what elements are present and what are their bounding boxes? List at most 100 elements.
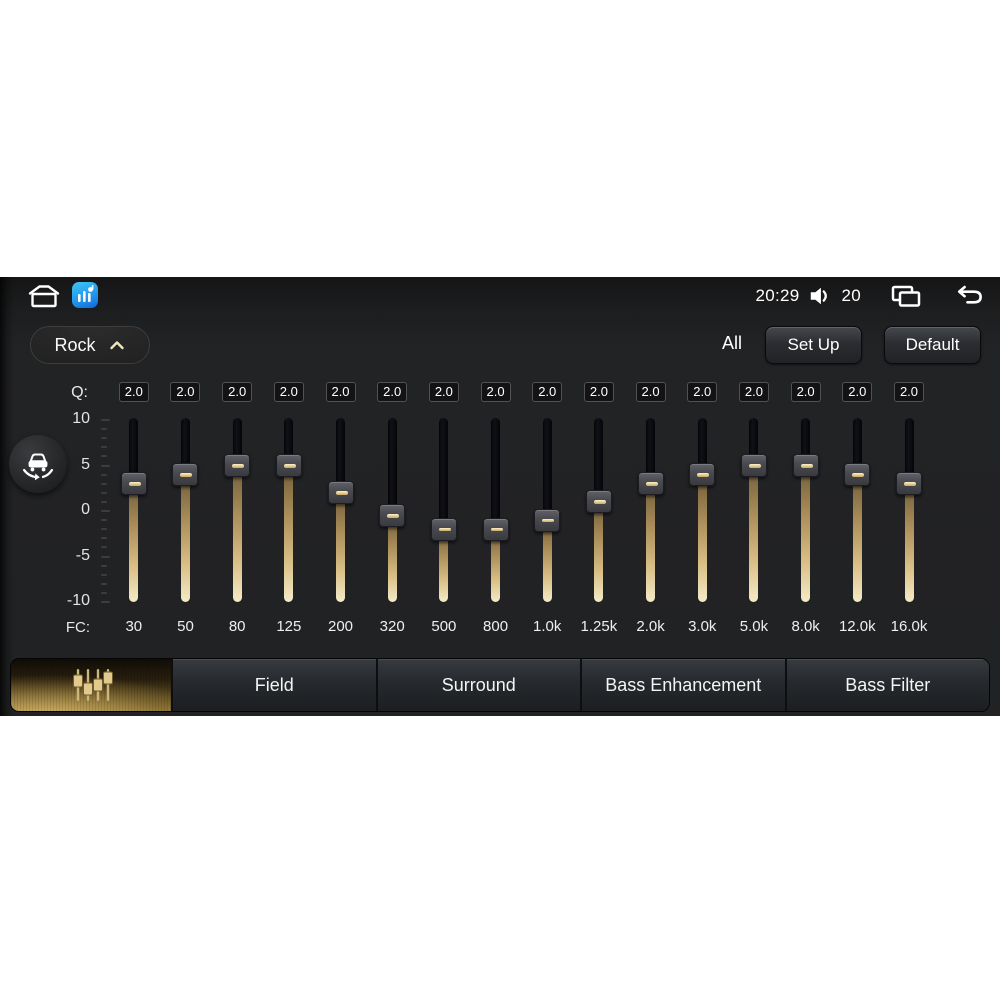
q-value-badge-800: 2.0	[480, 382, 511, 402]
eq-band-slider-12.0k[interactable]	[844, 418, 871, 603]
eq-band-slider-50[interactable]	[172, 418, 199, 603]
slider-track-lower	[594, 501, 604, 602]
fc-label-320: 320	[379, 618, 405, 635]
slider-track-lower	[542, 520, 552, 602]
fc-label-2.0k: 2.0k	[636, 618, 665, 635]
fc-label-12.0k: 12.0k	[838, 618, 876, 635]
slider-handle[interactable]	[430, 517, 457, 541]
fc-label-16.0k: 16.0k	[890, 618, 928, 635]
q-row-label: Q:	[71, 384, 88, 401]
eq-band-slider-800[interactable]	[482, 418, 509, 603]
q-value-badge-12.0k: 2.0	[842, 382, 873, 402]
slider-handle[interactable]	[120, 472, 147, 496]
q-value-badge-5.0k: 2.0	[738, 382, 769, 402]
recent-apps-icon[interactable]	[889, 283, 923, 310]
eq-band-slider-320[interactable]	[379, 418, 406, 603]
scale-label--5: -5	[75, 546, 90, 564]
eq-band-slider-3.0k[interactable]	[689, 418, 716, 603]
tab-bass_enhancement[interactable]: Bass Enhancement	[580, 659, 785, 711]
eq-band-slider-200[interactable]	[327, 418, 354, 603]
q-value-badge-30: 2.0	[118, 382, 149, 402]
q-value-badge-200: 2.0	[325, 382, 356, 402]
eq-band-slider-80[interactable]	[224, 418, 251, 603]
fc-label-500: 500	[431, 618, 457, 635]
fc-label-30: 30	[125, 618, 143, 635]
slider-handle[interactable]	[844, 463, 871, 487]
eq-band-slider-8.0k[interactable]	[792, 418, 819, 603]
slider-track-lower	[129, 483, 139, 602]
bottom-tab-bar: Field Surround Bass Enhancement Bass Filter	[10, 658, 990, 712]
eq-band-slider-16.0k[interactable]	[896, 418, 922, 603]
eq-band-slider-125[interactable]	[275, 418, 302, 603]
eq-band-slider-30[interactable]	[120, 418, 147, 603]
q-value-badge-16.0k: 2.0	[894, 382, 924, 402]
q-value-badge-8.0k: 2.0	[790, 382, 821, 402]
status-right-cluster: 20:29 20	[755, 282, 984, 310]
fc-label-8.0k: 8.0k	[791, 618, 820, 635]
tab-bass_filter[interactable]: Bass Filter	[784, 659, 989, 711]
tab-label: Surround	[441, 674, 516, 695]
slider-handle[interactable]	[327, 481, 354, 505]
slider-track-lower	[232, 465, 242, 602]
slider-track-lower	[646, 483, 656, 602]
slider-track-lower	[801, 465, 811, 602]
chevron-up-icon	[109, 341, 124, 350]
slider-handle[interactable]	[379, 504, 406, 528]
slider-handle[interactable]	[896, 472, 922, 496]
volume-level: 20	[841, 286, 861, 305]
slider-handle[interactable]	[740, 454, 767, 477]
scale-label--10: -10	[66, 592, 90, 609]
slider-handle[interactable]	[172, 463, 199, 487]
page-background: { "status_bar": { "time": "20:29", "volu…	[0, 0, 1000, 1000]
fc-label-200: 200	[328, 618, 354, 635]
clock: 20:29	[755, 286, 800, 305]
equalizer-screen: 20:29 20 Rock All Set Up Default Q: FC: …	[0, 277, 1000, 716]
slider-handle[interactable]	[637, 472, 664, 496]
eq-band-slider-2.0k[interactable]	[637, 418, 664, 603]
fc-label-1.25k: 1.25k	[580, 618, 618, 635]
slider-handle[interactable]	[689, 463, 716, 487]
slider-handle[interactable]	[585, 490, 612, 514]
slider-track-lower	[697, 474, 707, 602]
fc-label-125: 125	[276, 618, 302, 635]
home-button[interactable]	[26, 283, 62, 309]
all-toggle[interactable]: All	[722, 333, 742, 354]
slider-track-upper	[491, 418, 501, 530]
preset-label: Rock	[54, 334, 96, 355]
car-sound-field-icon	[22, 453, 54, 481]
eq-band-slider-5.0k[interactable]	[740, 418, 767, 603]
tab-eq[interactable]	[11, 659, 171, 711]
slider-handle[interactable]	[224, 454, 251, 477]
eq-app-icon	[78, 285, 94, 302]
sound-field-button[interactable]	[9, 435, 67, 493]
tab-field[interactable]: Field	[171, 659, 376, 711]
eq-app-button[interactable]	[72, 282, 98, 308]
back-arrow-icon[interactable]	[951, 284, 984, 308]
fc-label-50: 50	[177, 618, 194, 635]
tab-label: Field	[254, 674, 294, 695]
slider-handle[interactable]	[534, 508, 561, 532]
fc-label-1.0k: 1.0k	[533, 618, 562, 635]
slider-track-lower	[180, 474, 190, 602]
home-icon	[28, 285, 60, 308]
q-value-badge-80: 2.0	[222, 382, 253, 402]
fc-label-800: 800	[483, 618, 509, 635]
eq-band-slider-1.0k[interactable]	[534, 418, 561, 603]
q-value-badge-320: 2.0	[377, 382, 408, 402]
scale-label-10: 10	[72, 410, 90, 427]
slider-handle[interactable]	[792, 454, 819, 477]
tab-label: Bass Filter	[845, 674, 931, 695]
scale-label-0: 0	[81, 501, 90, 518]
default-button[interactable]: Default	[884, 326, 981, 364]
tab-surround[interactable]: Surround	[375, 659, 580, 711]
slider-track-upper	[387, 418, 397, 516]
eq-band-slider-500[interactable]	[430, 418, 457, 603]
slider-handle[interactable]	[482, 517, 509, 541]
set-up-button[interactable]: Set Up	[765, 326, 862, 364]
slider-track-upper	[439, 418, 449, 530]
preset-selector[interactable]: Rock	[30, 326, 150, 364]
slider-handle[interactable]	[275, 454, 302, 477]
eq-band-slider-1.25k[interactable]	[585, 418, 612, 603]
slider-track-upper	[542, 418, 552, 521]
slider-track-lower	[336, 492, 346, 602]
